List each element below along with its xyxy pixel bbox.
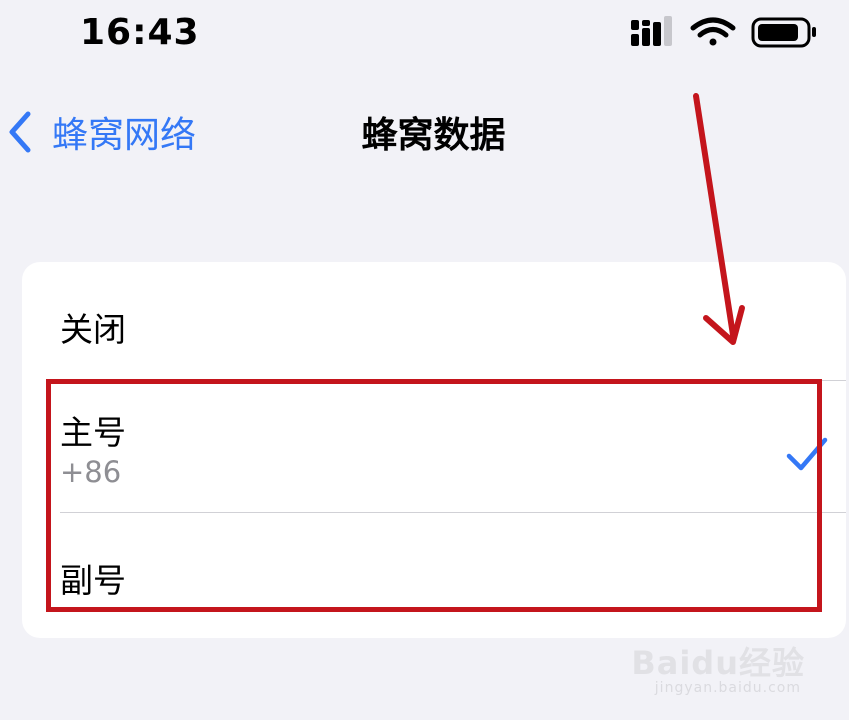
status-icons bbox=[631, 16, 816, 48]
watermark-url: jingyan.baidu.com bbox=[654, 680, 801, 696]
page-title: 蜂窝数据 bbox=[361, 115, 506, 156]
status-time: 16:43 bbox=[80, 12, 200, 53]
option-label: 主号 bbox=[60, 413, 126, 452]
wifi-icon bbox=[690, 17, 736, 46]
cellular-signal-icon bbox=[631, 16, 672, 46]
option-secondary[interactable]: 副号 bbox=[22, 513, 846, 638]
checkmark-icon bbox=[786, 437, 828, 471]
option-subtitle: +86 bbox=[60, 455, 122, 489]
baidu-watermark: Baidu经验 jingyan.baidu.com bbox=[615, 630, 805, 710]
options-card: 关闭 主号 +86 副号 bbox=[22, 262, 846, 638]
battery-icon bbox=[751, 17, 816, 48]
option-label: 副号 bbox=[60, 561, 126, 600]
option-label: 关闭 bbox=[60, 310, 126, 349]
watermark-brand: Baidu经验 bbox=[631, 644, 805, 682]
option-off[interactable]: 关闭 bbox=[22, 262, 846, 380]
option-primary[interactable]: 主号 +86 bbox=[22, 381, 846, 511]
